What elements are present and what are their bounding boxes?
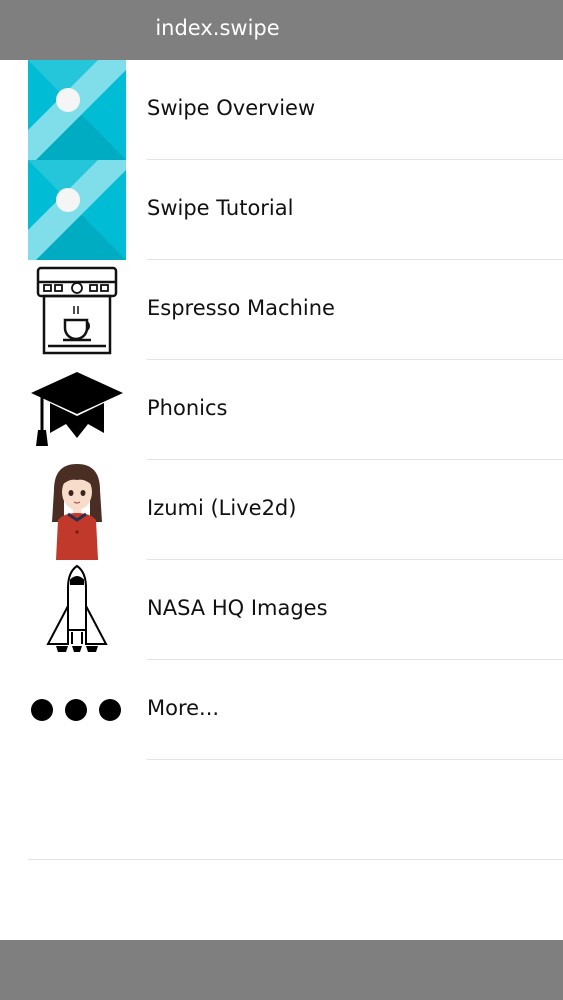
- document-list: Swipe Overview Swipe Tutorial Espresso M…: [0, 60, 563, 760]
- graduation-cap-icon: [28, 360, 126, 460]
- list-item-swipe-tutorial[interactable]: Swipe Tutorial: [0, 160, 563, 260]
- row-separator: [147, 759, 563, 760]
- list-item-label: NASA HQ Images: [147, 596, 328, 620]
- list-item-phonics[interactable]: Phonics: [0, 360, 563, 460]
- list-item-izumi[interactable]: Izumi (Live2d): [0, 460, 563, 560]
- izumi-character-icon: [28, 460, 126, 560]
- list-item-label: Espresso Machine: [147, 296, 335, 320]
- list-item-label: Swipe Overview: [147, 96, 316, 120]
- swipe-logo-icon: [28, 60, 126, 160]
- list-item-label: More...: [147, 696, 220, 720]
- space-shuttle-icon: [28, 560, 126, 660]
- list-item-label: Izumi (Live2d): [147, 496, 297, 520]
- list-item-espresso-machine[interactable]: Espresso Machine: [0, 260, 563, 360]
- list-item-swipe-overview[interactable]: Swipe Overview: [0, 60, 563, 160]
- list-item-label: Swipe Tutorial: [147, 196, 294, 220]
- list-item-label: Phonics: [147, 396, 228, 420]
- more-dots-icon: [28, 660, 126, 760]
- bottom-bar: [0, 940, 563, 1000]
- swipe-logo-icon: [28, 160, 126, 260]
- page-title: index.swipe: [155, 16, 280, 40]
- list-item-more[interactable]: More...: [0, 660, 563, 760]
- list-item-nasa-hq-images[interactable]: NASA HQ Images: [0, 560, 563, 660]
- espresso-machine-icon: [28, 260, 126, 360]
- top-bar: index.swipe: [0, 0, 563, 60]
- list-footer-separator: [28, 859, 563, 860]
